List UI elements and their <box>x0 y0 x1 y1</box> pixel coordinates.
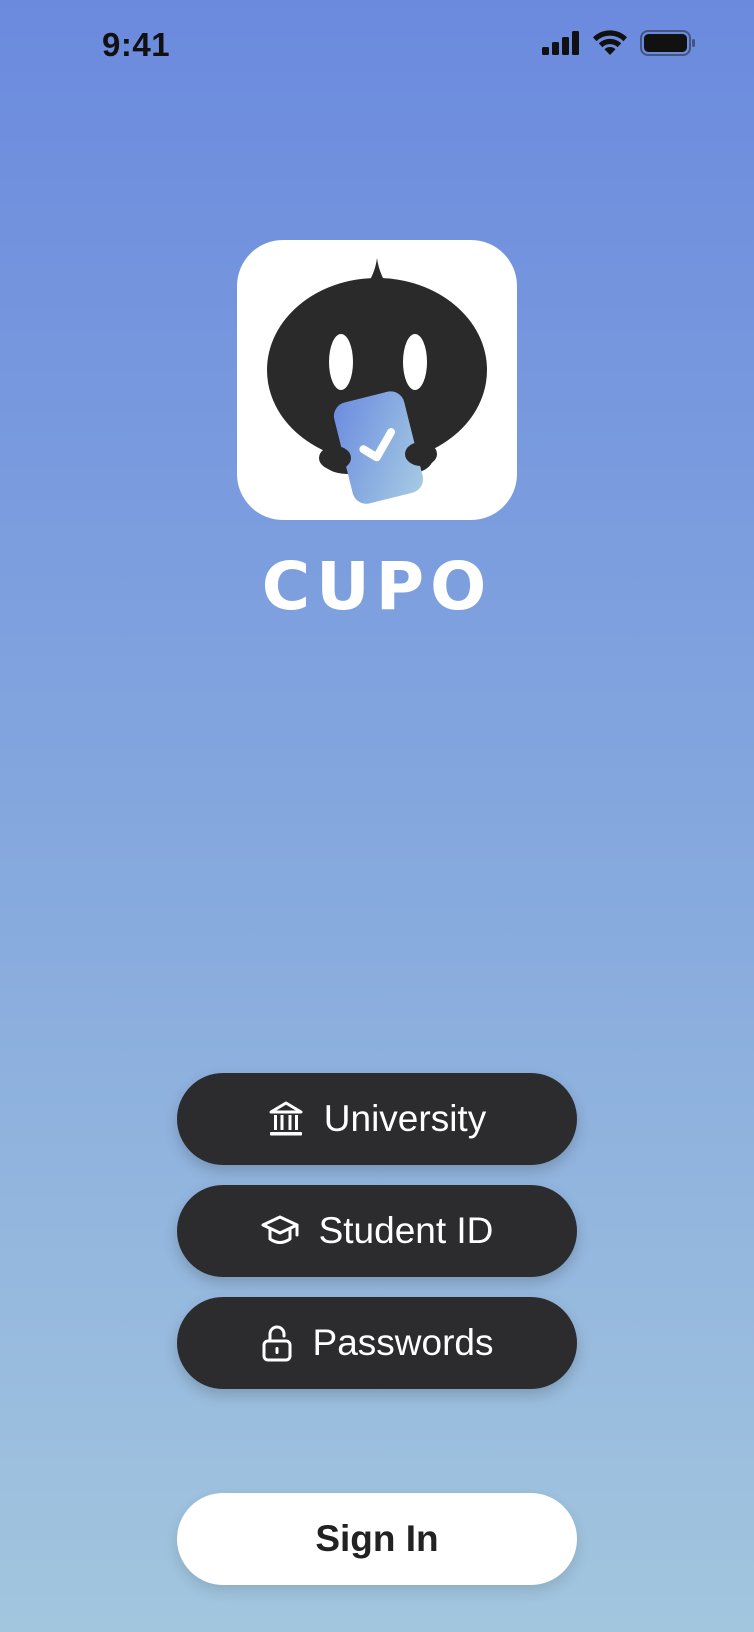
sign-in-button[interactable]: Sign In <box>177 1493 577 1585</box>
app-logo <box>237 240 517 520</box>
wifi-icon <box>592 30 628 56</box>
institution-icon <box>268 1100 304 1138</box>
status-icons <box>542 30 696 56</box>
sign-in-label: Sign In <box>315 1518 439 1559</box>
university-label: University <box>323 1098 487 1139</box>
university-button[interactable]: University <box>177 1073 577 1165</box>
app-name: CUPO <box>261 548 493 625</box>
status-bar: 9:41 <box>0 0 754 96</box>
password-button[interactable]: Passwords <box>177 1297 577 1389</box>
password-label: Passwords <box>312 1322 494 1363</box>
student-id-label: Student ID <box>318 1210 494 1251</box>
student-id-button[interactable]: Student ID <box>177 1185 577 1277</box>
cellular-signal-icon <box>542 31 580 55</box>
unlock-icon <box>261 1324 293 1362</box>
battery-icon <box>640 30 696 56</box>
graduation-cap-icon <box>261 1213 299 1249</box>
status-time: 9:41 <box>102 26 171 63</box>
